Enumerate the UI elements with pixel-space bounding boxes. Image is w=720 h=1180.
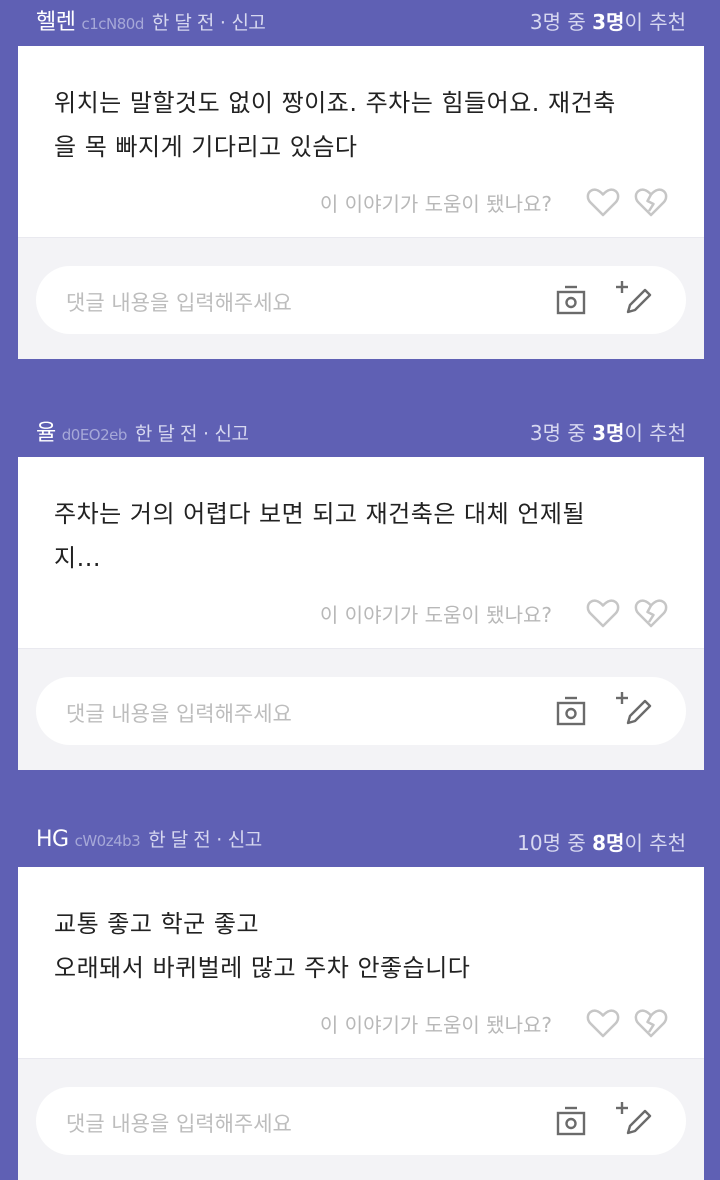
user-id: cW0z4b3 <box>74 832 141 850</box>
nickname: HG <box>36 827 69 852</box>
recommend-count: 3명 중 3명이 추천 <box>529 10 686 34</box>
heart-outline-icon[interactable] <box>586 597 620 629</box>
separator-dot: · <box>216 829 222 851</box>
review-card: 위치는 말할것도 없이 짱이죠. 주차는 힘들어요. 재건축 을 목 빠지게 기… <box>18 46 704 359</box>
report-link[interactable]: 신고 <box>214 423 248 445</box>
broken-heart-icon[interactable] <box>634 186 668 218</box>
helpful-question: 이 이야기가 도움이 됐나요? <box>319 1013 552 1037</box>
comment-input[interactable]: 댓글 내용을 입력해주세요 <box>36 266 686 334</box>
comment-area: 댓글 내용을 입력해주세요 <box>18 238 704 359</box>
review-card: 교통 좋고 학군 좋고 오래돼서 바퀴벌레 많고 주차 안좋습니다 이 이야기가… <box>18 867 704 1180</box>
review-meta: HG cW0z4b3 한 달 전 · 신고 10명 중 8명이 추천 <box>0 821 720 867</box>
helpful-question: 이 이야기가 도움이 됐나요? <box>319 603 552 627</box>
camera-icon[interactable] <box>556 284 586 316</box>
recommend-count: 3명 중 3명이 추천 <box>529 421 686 445</box>
separator-dot: · <box>219 12 226 34</box>
helpful-question: 이 이야기가 도움이 됐나요? <box>319 192 552 216</box>
post-time: 한 달 전 <box>151 12 215 34</box>
camera-icon[interactable] <box>556 1105 586 1137</box>
report-link[interactable]: 신고 <box>231 12 265 34</box>
comment-input[interactable]: 댓글 내용을 입력해주세요 <box>36 1087 686 1155</box>
review-text: 교통 좋고 학군 좋고 오래돼서 바퀴벌레 많고 주차 안좋습니다 <box>54 910 471 982</box>
review-card: 주차는 거의 어렵다 보면 되고 재건축은 대체 언제될 지... 이 이야기가… <box>18 457 704 770</box>
post-time: 한 달 전 <box>134 423 198 445</box>
nickname: 헬렌 <box>36 10 76 35</box>
nickname: 율 <box>36 421 56 446</box>
comment-input[interactable]: 댓글 내용을 입력해주세요 <box>36 677 686 745</box>
recommend-count: 10명 중 8명이 추천 <box>517 831 686 855</box>
heart-outline-icon[interactable] <box>586 186 620 218</box>
comment-placeholder: 댓글 내용을 입력해주세요 <box>66 1112 292 1136</box>
review-meta: 율 d0EO2eb 한 달 전 · 신고 3명 중 3명이 추천 <box>0 411 720 457</box>
review-meta: 헬렌 c1cN80d 한 달 전 · 신고 3명 중 3명이 추천 <box>0 0 720 46</box>
comment-placeholder: 댓글 내용을 입력해주세요 <box>66 291 292 315</box>
broken-heart-icon[interactable] <box>634 597 668 629</box>
comment-placeholder: 댓글 내용을 입력해주세요 <box>66 702 292 726</box>
comment-area: 댓글 내용을 입력해주세요 <box>18 1059 704 1180</box>
report-link[interactable]: 신고 <box>228 829 262 851</box>
write-pencil-icon[interactable] <box>614 1101 654 1137</box>
heart-outline-icon[interactable] <box>586 1007 620 1039</box>
write-pencil-icon[interactable] <box>614 691 654 727</box>
review-text: 위치는 말할것도 없이 짱이죠. 주차는 힘들어요. 재건축 을 목 빠지게 기… <box>54 89 616 161</box>
separator-dot: · <box>202 423 209 445</box>
broken-heart-icon[interactable] <box>634 1007 668 1039</box>
comment-area: 댓글 내용을 입력해주세요 <box>18 649 704 770</box>
camera-icon[interactable] <box>556 695 586 727</box>
write-pencil-icon[interactable] <box>614 280 654 316</box>
user-id: c1cN80d <box>81 15 144 33</box>
post-time: 한 달 전 <box>148 829 211 851</box>
review-text: 주차는 거의 어렵다 보면 되고 재건축은 대체 언제될 지... <box>54 500 586 572</box>
user-id: d0EO2eb <box>61 426 128 444</box>
